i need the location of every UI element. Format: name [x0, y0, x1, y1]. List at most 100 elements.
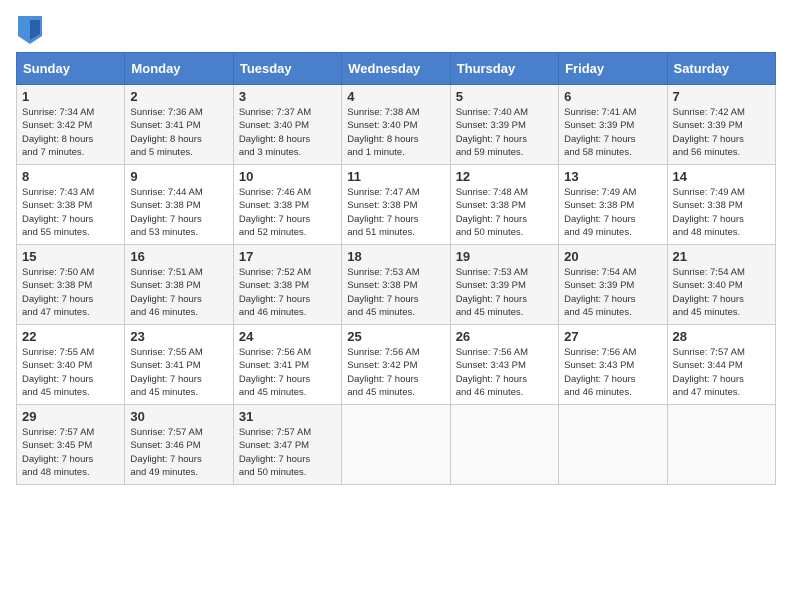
day-number: 3	[239, 89, 336, 104]
calendar-cell: 16 Sunrise: 7:51 AMSunset: 3:38 PMDayligh…	[125, 245, 233, 325]
calendar-cell: 19 Sunrise: 7:53 AMSunset: 3:39 PMDayligh…	[450, 245, 558, 325]
day-info: Sunrise: 7:43 AMSunset: 3:38 PMDaylight:…	[22, 186, 119, 239]
calendar-week-1: 1Sunrise: 7:34 AMSunset: 3:42 PMDaylight…	[17, 85, 776, 165]
day-number: 10	[239, 169, 336, 184]
day-info: Sunrise: 7:49 AMSunset: 3:38 PMDaylight:…	[564, 186, 661, 239]
calendar-cell	[667, 405, 775, 485]
calendar-cell: 13 Sunrise: 7:49 AMSunset: 3:38 PMDayligh…	[559, 165, 667, 245]
header-wednesday: Wednesday	[342, 53, 450, 85]
calendar-cell	[559, 405, 667, 485]
day-info: Sunrise: 7:42 AMSunset: 3:39 PMDaylight:…	[673, 106, 770, 159]
day-info: Sunrise: 7:55 AMSunset: 3:41 PMDaylight:…	[130, 346, 227, 399]
day-info: Sunrise: 7:38 AMSunset: 3:40 PMDaylight:…	[347, 106, 444, 159]
calendar-cell: 26 Sunrise: 7:56 AMSunset: 3:43 PMDayligh…	[450, 325, 558, 405]
calendar-cell: 30Sunrise: 7:57 AMSunset: 3:46 PMDayligh…	[125, 405, 233, 485]
day-info: Sunrise: 7:54 AMSunset: 3:40 PMDaylight:…	[673, 266, 770, 319]
day-info: Sunrise: 7:57 AMSunset: 3:44 PMDaylight:…	[673, 346, 770, 399]
calendar-cell: 10 Sunrise: 7:46 AMSunset: 3:38 PMDayligh…	[233, 165, 341, 245]
calendar-week-5: 29 Sunrise: 7:57 AMSunset: 3:45 PMDayligh…	[17, 405, 776, 485]
day-info: Sunrise: 7:53 AMSunset: 3:39 PMDaylight:…	[456, 266, 553, 319]
header-friday: Friday	[559, 53, 667, 85]
day-info: Sunrise: 7:34 AMSunset: 3:42 PMDaylight:…	[22, 106, 119, 159]
calendar-cell: 27 Sunrise: 7:56 AMSunset: 3:43 PMDayligh…	[559, 325, 667, 405]
day-info: Sunrise: 7:54 AMSunset: 3:39 PMDaylight:…	[564, 266, 661, 319]
logo-icon	[18, 16, 42, 44]
day-info: Sunrise: 7:49 AMSunset: 3:38 PMDaylight:…	[673, 186, 770, 239]
day-number: 6	[564, 89, 661, 104]
calendar-cell: 20 Sunrise: 7:54 AMSunset: 3:39 PMDayligh…	[559, 245, 667, 325]
day-info: Sunrise: 7:56 AMSunset: 3:43 PMDaylight:…	[564, 346, 661, 399]
header-thursday: Thursday	[450, 53, 558, 85]
calendar-cell: 22 Sunrise: 7:55 AMSunset: 3:40 PMDayligh…	[17, 325, 125, 405]
day-number: 13	[564, 169, 661, 184]
day-info: Sunrise: 7:57 AMSunset: 3:47 PMDaylight:…	[239, 426, 336, 479]
day-number: 12	[456, 169, 553, 184]
day-number: 29	[22, 409, 119, 424]
day-info: Sunrise: 7:50 AMSunset: 3:38 PMDaylight:…	[22, 266, 119, 319]
calendar-cell: 14 Sunrise: 7:49 AMSunset: 3:38 PMDayligh…	[667, 165, 775, 245]
calendar-cell: 1Sunrise: 7:34 AMSunset: 3:42 PMDaylight…	[17, 85, 125, 165]
day-info: Sunrise: 7:37 AMSunset: 3:40 PMDaylight:…	[239, 106, 336, 159]
day-info: Sunrise: 7:47 AMSunset: 3:38 PMDaylight:…	[347, 186, 444, 239]
calendar-cell: 9 Sunrise: 7:44 AMSunset: 3:38 PMDaylight…	[125, 165, 233, 245]
day-info: Sunrise: 7:56 AMSunset: 3:42 PMDaylight:…	[347, 346, 444, 399]
day-number: 21	[673, 249, 770, 264]
header-tuesday: Tuesday	[233, 53, 341, 85]
header-saturday: Saturday	[667, 53, 775, 85]
calendar-cell: 7 Sunrise: 7:42 AMSunset: 3:39 PMDaylight…	[667, 85, 775, 165]
calendar-cell: 25 Sunrise: 7:56 AMSunset: 3:42 PMDayligh…	[342, 325, 450, 405]
day-info: Sunrise: 7:51 AMSunset: 3:38 PMDaylight:…	[130, 266, 227, 319]
day-number: 4	[347, 89, 444, 104]
day-number: 31	[239, 409, 336, 424]
calendar-cell: 21 Sunrise: 7:54 AMSunset: 3:40 PMDayligh…	[667, 245, 775, 325]
day-info: Sunrise: 7:46 AMSunset: 3:38 PMDaylight:…	[239, 186, 336, 239]
day-info: Sunrise: 7:55 AMSunset: 3:40 PMDaylight:…	[22, 346, 119, 399]
calendar-week-4: 22 Sunrise: 7:55 AMSunset: 3:40 PMDayligh…	[17, 325, 776, 405]
day-number: 26	[456, 329, 553, 344]
day-info: Sunrise: 7:44 AMSunset: 3:38 PMDaylight:…	[130, 186, 227, 239]
day-number: 23	[130, 329, 227, 344]
day-info: Sunrise: 7:41 AMSunset: 3:39 PMDaylight:…	[564, 106, 661, 159]
calendar-cell: 31 Sunrise: 7:57 AMSunset: 3:47 PMDayligh…	[233, 405, 341, 485]
calendar-cell: 5 Sunrise: 7:40 AMSunset: 3:39 PMDaylight…	[450, 85, 558, 165]
day-number: 16	[130, 249, 227, 264]
day-info: Sunrise: 7:48 AMSunset: 3:38 PMDaylight:…	[456, 186, 553, 239]
calendar-cell: 3 Sunrise: 7:37 AMSunset: 3:40 PMDaylight…	[233, 85, 341, 165]
day-info: Sunrise: 7:36 AMSunset: 3:41 PMDaylight:…	[130, 106, 227, 159]
day-info: Sunrise: 7:56 AMSunset: 3:41 PMDaylight:…	[239, 346, 336, 399]
day-number: 14	[673, 169, 770, 184]
logo	[16, 16, 42, 44]
day-number: 19	[456, 249, 553, 264]
calendar-cell: 28Sunrise: 7:57 AMSunset: 3:44 PMDayligh…	[667, 325, 775, 405]
day-info: Sunrise: 7:57 AMSunset: 3:45 PMDaylight:…	[22, 426, 119, 479]
header-monday: Monday	[125, 53, 233, 85]
calendar-table: SundayMondayTuesdayWednesdayThursdayFrid…	[16, 52, 776, 485]
day-info: Sunrise: 7:52 AMSunset: 3:38 PMDaylight:…	[239, 266, 336, 319]
day-number: 24	[239, 329, 336, 344]
calendar-cell: 24 Sunrise: 7:56 AMSunset: 3:41 PMDayligh…	[233, 325, 341, 405]
day-number: 5	[456, 89, 553, 104]
calendar-cell	[450, 405, 558, 485]
calendar-week-2: 8 Sunrise: 7:43 AMSunset: 3:38 PMDaylight…	[17, 165, 776, 245]
day-number: 18	[347, 249, 444, 264]
day-number: 9	[130, 169, 227, 184]
calendar-cell: 4 Sunrise: 7:38 AMSunset: 3:40 PMDaylight…	[342, 85, 450, 165]
calendar-cell: 8 Sunrise: 7:43 AMSunset: 3:38 PMDaylight…	[17, 165, 125, 245]
day-number: 27	[564, 329, 661, 344]
day-number: 2	[130, 89, 227, 104]
day-info: Sunrise: 7:53 AMSunset: 3:38 PMDaylight:…	[347, 266, 444, 319]
day-number: 7	[673, 89, 770, 104]
header-sunday: Sunday	[17, 53, 125, 85]
day-info: Sunrise: 7:56 AMSunset: 3:43 PMDaylight:…	[456, 346, 553, 399]
day-number: 11	[347, 169, 444, 184]
day-info: Sunrise: 7:40 AMSunset: 3:39 PMDaylight:…	[456, 106, 553, 159]
page-header	[16, 16, 776, 44]
day-number: 25	[347, 329, 444, 344]
calendar-cell: 18 Sunrise: 7:53 AMSunset: 3:38 PMDayligh…	[342, 245, 450, 325]
day-number: 20	[564, 249, 661, 264]
day-number: 17	[239, 249, 336, 264]
day-number: 8	[22, 169, 119, 184]
calendar-cell: 2 Sunrise: 7:36 AMSunset: 3:41 PMDaylight…	[125, 85, 233, 165]
day-number: 22	[22, 329, 119, 344]
day-info: Sunrise: 7:57 AMSunset: 3:46 PMDaylight:…	[130, 426, 227, 479]
